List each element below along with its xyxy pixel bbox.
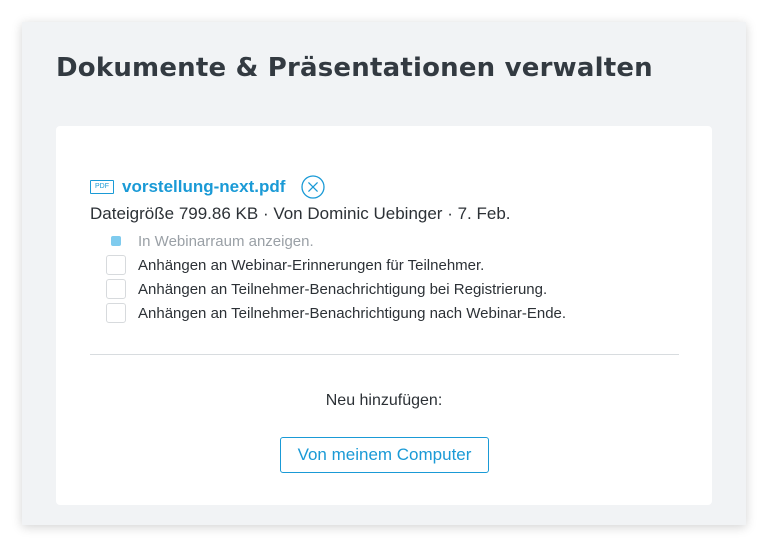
attach-reminders-checkbox[interactable] [106,255,126,275]
add-new-label: Neu hinzufügen: [325,392,443,409]
attach-webinar-end-checkbox[interactable] [106,303,126,323]
document-row: PDF vorstellung-next.pdf [90,174,326,200]
option-label[interactable]: Anhängen an Webinar-Erinnerungen für Tei… [138,257,484,274]
manage-documents-panel: Dokumente & Präsentationen verwalten PDF… [22,22,746,525]
pdf-file-icon: PDF [90,180,114,194]
option-attach-registration[interactable]: Anhängen an Teilnehmer-Benachrichtigung … [106,279,566,299]
show-in-webinar-room-checkbox [106,231,126,251]
option-attach-webinar-end[interactable]: Anhängen an Teilnehmer-Benachrichtigung … [106,303,566,323]
option-label[interactable]: Anhängen an Teilnehmer-Benachrichtigung … [138,305,566,322]
document-meta: Dateigröße 799.86 KB · Von Dominic Uebin… [90,204,511,223]
option-label: In Webinarraum anzeigen. [138,232,314,250]
attachment-options: In Webinarraum anzeigen. Anhängen an Web… [106,231,566,327]
close-circle-icon [301,175,326,199]
panel-title: Dokumente & Präsentationen verwalten [56,53,653,83]
option-show-in-webinar-room: In Webinarraum anzeigen. [106,231,566,251]
remove-document-button[interactable] [301,175,326,199]
upload-from-computer-button[interactable]: Von meinem Computer [280,437,489,473]
attach-registration-checkbox[interactable] [106,279,126,299]
option-attach-reminders[interactable]: Anhängen an Webinar-Erinnerungen für Tei… [106,255,566,275]
divider [90,354,679,355]
documents-card: PDF vorstellung-next.pdf Dateigröße 799.… [56,126,712,505]
option-label[interactable]: Anhängen an Teilnehmer-Benachrichtigung … [138,281,547,298]
document-filename-link[interactable]: vorstellung-next.pdf [122,177,285,197]
